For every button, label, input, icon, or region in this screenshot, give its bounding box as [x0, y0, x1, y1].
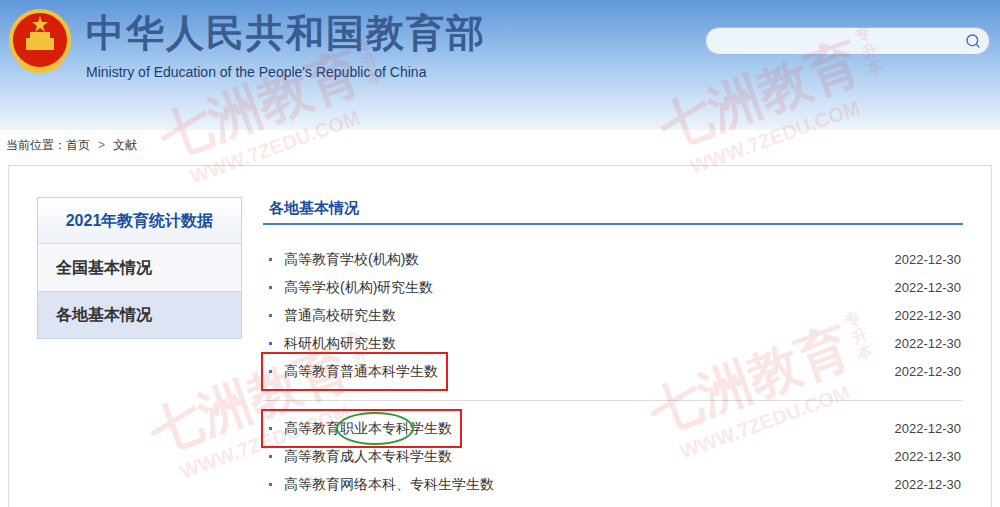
item-label-wrap: 高等教育成人本专科学生数	[269, 446, 452, 467]
list-row[interactable]: 普通高校研究生数 2022-12-30	[263, 302, 963, 330]
watermark-brand: 七洲教育	[642, 316, 858, 444]
brand[interactable]: 中华人民共和国教育部 Ministry of Education of the P…	[8, 8, 486, 83]
bullet-icon	[269, 342, 272, 345]
item-label[interactable]: 科研机构研究生数	[284, 333, 396, 354]
breadcrumb-separator: >	[98, 136, 105, 154]
watermark-brand: 七洲教育	[652, 31, 868, 159]
item-date: 2022-12-30	[895, 250, 962, 270]
red-box	[261, 409, 462, 448]
sidebar: 2021年教育统计数据全国基本情况各地基本情况	[37, 197, 242, 339]
watermark-text: 七洲教育WWW.7ZEDU.COM	[642, 316, 868, 472]
item-label[interactable]: 高等教育成人本专科学生数	[284, 446, 452, 467]
list-group: 高等教育学校(机构)数 2022-12-30 高等学校(机构)研究生数 2022-12…	[263, 225, 963, 400]
item-label-wrap: 高等教育普通本科学生数	[269, 361, 438, 382]
item-date: 2022-12-30	[895, 362, 962, 382]
item-label[interactable]: 高等教育学校(机构)数	[284, 249, 419, 270]
watermark-tag: 专升本	[853, 23, 886, 78]
item-date: 2022-12-30	[895, 334, 962, 354]
item-label[interactable]: 高等教育网络本科、专科生学生数	[284, 474, 494, 495]
bullet-icon	[269, 370, 272, 373]
content-panel: 2021年教育统计数据全国基本情况各地基本情况各地基本情况高等教育学校(机构)数…	[8, 165, 992, 507]
item-label-wrap: 高等学校(机构)研究生数	[269, 277, 433, 298]
item-label-wrap: 高等教育学校(机构)数	[269, 249, 419, 270]
bullet-icon	[269, 258, 272, 261]
list-row[interactable]: 高等教育普通本科学生数 2022-12-30	[263, 358, 963, 386]
item-date: 2022-12-30	[895, 306, 962, 326]
bullet-icon	[269, 427, 272, 430]
list-row[interactable]: 高等教育职业本专科学生数 2022-12-30	[263, 415, 963, 443]
list-row[interactable]: 高等教育成人本专科学生数 2022-12-30	[263, 443, 963, 471]
item-label-wrap: 普通高校研究生数	[269, 305, 396, 326]
bullet-icon	[269, 286, 272, 289]
watermark-brand: 七洲教育	[142, 336, 358, 464]
header: 中华人民共和国教育部 Ministry of Education of the P…	[0, 0, 1000, 130]
watermark-tag: 专升本	[843, 308, 876, 363]
breadcrumb-item[interactable]: 当前位置：首页	[6, 136, 90, 154]
bullet-icon	[269, 314, 272, 317]
green-ellipse	[336, 412, 414, 445]
item-label[interactable]: 普通高校研究生数	[284, 305, 396, 326]
watermark-url: WWW.7ZEDU.COM	[186, 102, 364, 191]
list-row[interactable]: 高等学校(机构)研究生数 2022-12-30	[263, 274, 963, 302]
watermark-url: WWW.7ZEDU.COM	[176, 397, 354, 486]
item-date: 2022-12-30	[895, 447, 962, 467]
sidebar-item[interactable]: 全国基本情况	[38, 244, 241, 291]
item-label-wrap: 高等教育网络本科、专科生学生数	[269, 474, 494, 495]
red-box	[261, 352, 448, 391]
watermark: 七洲教育WWW.7ZEDU.COM专升本	[152, 33, 399, 196]
watermark: 七洲教育WWW.7ZEDU.COM专升本	[652, 23, 899, 186]
watermark: 七洲教育WWW.7ZEDU.COM专升本	[642, 308, 889, 471]
watermark-layer: 七洲教育WWW.7ZEDU.COM专升本七洲教育WWW.7ZEDU.COM专升本…	[0, 0, 1000, 507]
site-title-cn: 中华人民共和国教育部	[86, 10, 486, 56]
item-date: 2022-12-30	[895, 475, 962, 495]
list-row[interactable]: 高等教育网络本科、专科生学生数 2022-12-30	[263, 471, 963, 499]
watermark-tag: 专升本	[353, 33, 386, 88]
circled-text: 职业本专科	[340, 418, 410, 439]
item-label[interactable]: 高等教育普通本科学生数	[284, 361, 438, 382]
item-label[interactable]: 高等学校(机构)研究生数	[284, 277, 433, 298]
watermark-text: 七洲教育WWW.7ZEDU.COM	[142, 336, 368, 492]
item-date: 2022-12-30	[895, 419, 962, 439]
page: 中华人民共和国教育部 Ministry of Education of the P…	[0, 0, 1000, 507]
sidebar-title: 2021年教育统计数据	[38, 198, 241, 244]
item-label-wrap: 科研机构研究生数	[269, 333, 396, 354]
bullet-icon	[269, 483, 272, 486]
item-label-wrap: 高等教育职业本专科学生数	[269, 418, 452, 439]
watermark-text: 七洲教育WWW.7ZEDU.COM	[152, 41, 378, 197]
item-date: 2022-12-30	[895, 278, 962, 298]
item-label[interactable]: 高等教育职业本专科学生数	[284, 418, 452, 439]
breadcrumb: 当前位置：首页 > 文献	[0, 130, 1000, 160]
bullet-icon	[269, 455, 272, 458]
search-box[interactable]	[705, 27, 990, 55]
watermark-text: 七洲教育WWW.7ZEDU.COM	[652, 31, 878, 187]
watermark-url: WWW.7ZEDU.COM	[686, 92, 864, 181]
national-emblem-icon	[8, 8, 72, 78]
watermark: 七洲教育WWW.7ZEDU.COM专升本	[142, 328, 389, 491]
watermark-brand: 七洲教育	[152, 41, 368, 169]
watermark-url: WWW.7ZEDU.COM	[676, 377, 854, 466]
site-title: 中华人民共和国教育部 Ministry of Education of the P…	[86, 8, 486, 83]
watermark-tag: 专升本	[343, 328, 376, 383]
article-list: 各地基本情况高等教育学校(机构)数 2022-12-30 高等学校(机构)研究生数 2…	[263, 197, 963, 507]
search-input[interactable]	[720, 31, 965, 51]
site-title-en: Ministry of Education of the People's Re…	[86, 62, 486, 83]
sidebar-item[interactable]: 各地基本情况	[38, 291, 241, 338]
list-group: 高等教育职业本专科学生数 2022-12-30 高等教育成人本专科学生数 2022-1…	[263, 400, 963, 499]
breadcrumb-item[interactable]: 文献	[113, 136, 137, 154]
list-row[interactable]: 科研机构研究生数 2022-12-30	[263, 330, 963, 358]
list-row[interactable]: 高等教育学校(机构)数 2022-12-30	[263, 246, 963, 274]
section-title: 各地基本情况	[263, 197, 963, 225]
search-icon[interactable]	[965, 33, 981, 49]
